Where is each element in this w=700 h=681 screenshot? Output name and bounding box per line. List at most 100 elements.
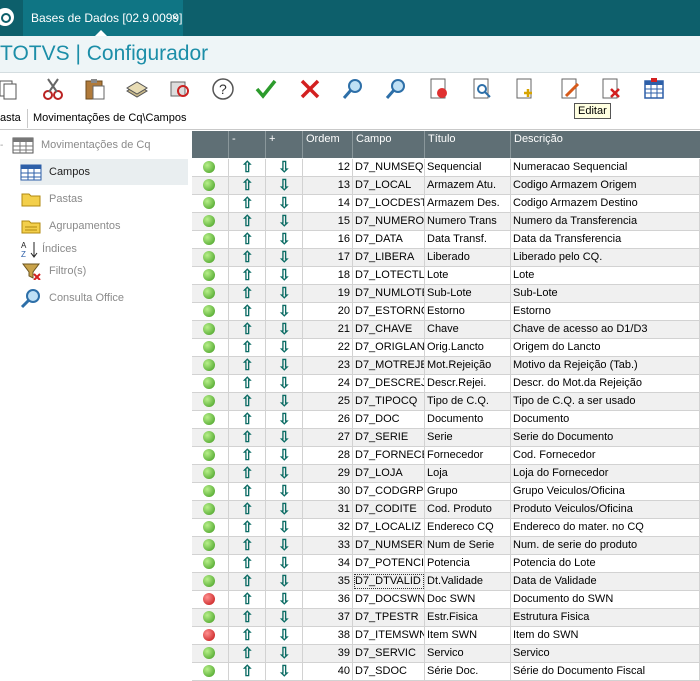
table-row[interactable]: ⇧ ⇩ 40 D7_SDOC Série Doc. Série do Documento … [192, 663, 700, 681]
arrow-up-icon[interactable]: ⇧ [241, 645, 254, 662]
move-down-cell[interactable]: ⇩ [266, 429, 303, 446]
table-row[interactable]: ⇧ ⇩ 23 D7_MOTREJE Mot.Rejeição Motivo da Reje… [192, 357, 700, 375]
table-row[interactable]: ⇧ ⇩ 38 D7_ITEMSWN Item SWN Item do SWN [192, 627, 700, 645]
arrow-up-icon[interactable]: ⇧ [241, 357, 254, 374]
document-back-icon[interactable] [426, 76, 452, 102]
header-status[interactable] [192, 131, 229, 158]
move-down-cell[interactable]: ⇩ [266, 447, 303, 464]
move-down-cell[interactable]: ⇩ [266, 393, 303, 410]
move-down-cell[interactable]: ⇩ [266, 609, 303, 626]
arrow-down-icon[interactable]: ⇩ [278, 519, 291, 536]
campo-cell[interactable]: D7_CODITE [353, 501, 425, 518]
arrow-up-icon[interactable]: ⇧ [241, 411, 254, 428]
move-up-cell[interactable]: ⇧ [229, 249, 266, 266]
table-row[interactable]: ⇧ ⇩ 24 D7_DESCREJ Descr.Rejei. Descr. do Mot.… [192, 375, 700, 393]
tree-item-campos[interactable]: Campos [20, 159, 188, 185]
table-row[interactable]: ⇧ ⇩ 39 D7_SERVIC Servico Servico [192, 645, 700, 663]
move-up-cell[interactable]: ⇧ [229, 303, 266, 320]
arrow-up-icon[interactable]: ⇧ [241, 519, 254, 536]
table-row[interactable]: ⇧ ⇩ 15 D7_NUMERO Numero Trans Numero da Trans… [192, 213, 700, 231]
campo-cell[interactable]: D7_TIPOCQ [353, 393, 425, 410]
move-down-cell[interactable]: ⇩ [266, 177, 303, 194]
database-icon[interactable] [124, 76, 150, 102]
copy-icon[interactable] [0, 76, 20, 102]
move-down-cell[interactable]: ⇩ [266, 159, 303, 176]
campo-cell[interactable]: D7_NUMERO [353, 213, 425, 230]
confirm-icon[interactable] [253, 76, 279, 102]
move-up-cell[interactable]: ⇧ [229, 177, 266, 194]
move-down-cell[interactable]: ⇩ [266, 591, 303, 608]
arrow-down-icon[interactable]: ⇩ [278, 573, 291, 590]
arrow-down-icon[interactable]: ⇩ [278, 177, 291, 194]
campo-cell[interactable]: D7_CODGRP [353, 483, 425, 500]
move-up-cell[interactable]: ⇧ [229, 519, 266, 536]
arrow-down-icon[interactable]: ⇩ [278, 267, 291, 284]
move-up-cell[interactable]: ⇧ [229, 339, 266, 356]
move-up-cell[interactable]: ⇧ [229, 195, 266, 212]
move-down-cell[interactable]: ⇩ [266, 339, 303, 356]
table-row[interactable]: ⇧ ⇩ 35 D7_DTVALID Dt.Validade Data de Validad… [192, 573, 700, 591]
table-row[interactable]: ⇧ ⇩ 33 D7_NUMSERI Num de Serie Num. de serie … [192, 537, 700, 555]
move-up-cell[interactable]: ⇧ [229, 465, 266, 482]
move-down-cell[interactable]: ⇩ [266, 519, 303, 536]
campo-cell[interactable]: D7_LOCDEST [353, 195, 425, 212]
move-down-cell[interactable]: ⇩ [266, 627, 303, 644]
move-up-cell[interactable]: ⇧ [229, 627, 266, 644]
move-up-cell[interactable]: ⇧ [229, 483, 266, 500]
arrow-down-icon[interactable]: ⇩ [278, 501, 291, 518]
arrow-down-icon[interactable]: ⇩ [278, 249, 291, 266]
arrow-down-icon[interactable]: ⇩ [278, 393, 291, 410]
table-row[interactable]: ⇧ ⇩ 17 D7_LIBERA Liberado Liberado pelo CQ. [192, 249, 700, 267]
edit-icon[interactable] [557, 76, 583, 102]
table-row[interactable]: ⇧ ⇩ 34 D7_POTENCI Potencia Potencia do Lote [192, 555, 700, 573]
arrow-up-icon[interactable]: ⇧ [241, 537, 254, 554]
move-down-cell[interactable]: ⇩ [266, 285, 303, 302]
arrow-down-icon[interactable]: ⇩ [278, 645, 291, 662]
arrow-up-icon[interactable]: ⇧ [241, 483, 254, 500]
campo-cell[interactable]: D7_LOTECTL [353, 267, 425, 284]
arrow-down-icon[interactable]: ⇩ [278, 411, 291, 428]
tree-expander-icon[interactable]: - [0, 140, 12, 151]
search-icon[interactable] [340, 76, 366, 102]
campo-cell[interactable]: D7_SDOC [353, 663, 425, 680]
arrow-up-icon[interactable]: ⇧ [241, 339, 254, 356]
arrow-down-icon[interactable]: ⇩ [278, 465, 291, 482]
table-row[interactable]: ⇧ ⇩ 19 D7_NUMLOTE Sub-Lote Sub-Lote [192, 285, 700, 303]
campo-cell[interactable]: D7_DATA [353, 231, 425, 248]
campo-cell[interactable]: D7_DOC [353, 411, 425, 428]
arrow-down-icon[interactable]: ⇩ [278, 537, 291, 554]
move-down-cell[interactable]: ⇩ [266, 357, 303, 374]
move-down-cell[interactable]: ⇩ [266, 501, 303, 518]
arrow-up-icon[interactable]: ⇧ [241, 321, 254, 338]
arrow-down-icon[interactable]: ⇩ [278, 483, 291, 500]
arrow-down-icon[interactable]: ⇩ [278, 447, 291, 464]
campo-cell[interactable]: D7_SERIE [353, 429, 425, 446]
move-up-cell[interactable]: ⇧ [229, 555, 266, 572]
tree-item-filtros[interactable]: Filtro(s) [20, 261, 86, 281]
move-down-cell[interactable]: ⇩ [266, 573, 303, 590]
arrow-up-icon[interactable]: ⇧ [241, 501, 254, 518]
tree-item-consulta-office[interactable]: Consulta Office [20, 286, 124, 310]
campo-cell[interactable]: D7_LIBERA [353, 249, 425, 266]
arrow-up-icon[interactable]: ⇧ [241, 303, 254, 320]
move-up-cell[interactable]: ⇧ [229, 447, 266, 464]
table-row[interactable]: ⇧ ⇩ 36 D7_DOCSWN Doc SWN Documento do SWN [192, 591, 700, 609]
tree-root[interactable]: - Movimentações de Cq [0, 135, 150, 155]
move-down-cell[interactable]: ⇩ [266, 267, 303, 284]
campo-cell[interactable]: D7_SERVIC [353, 645, 425, 662]
arrow-up-icon[interactable]: ⇧ [241, 285, 254, 302]
arrow-up-icon[interactable]: ⇧ [241, 663, 254, 680]
arrow-up-icon[interactable]: ⇧ [241, 609, 254, 626]
header-ordem[interactable]: Ordem [303, 131, 353, 158]
table-row[interactable]: ⇧ ⇩ 26 D7_DOC Documento Documento [192, 411, 700, 429]
move-down-cell[interactable]: ⇩ [266, 663, 303, 680]
move-down-cell[interactable]: ⇩ [266, 555, 303, 572]
move-up-cell[interactable]: ⇧ [229, 501, 266, 518]
arrow-up-icon[interactable]: ⇧ [241, 231, 254, 248]
help-icon[interactable]: ? [210, 76, 236, 102]
header-plus[interactable]: + [266, 131, 303, 158]
table-row[interactable]: ⇧ ⇩ 18 D7_LOTECTL Lote Lote [192, 267, 700, 285]
move-up-cell[interactable]: ⇧ [229, 591, 266, 608]
move-up-cell[interactable]: ⇧ [229, 357, 266, 374]
table-row[interactable]: ⇧ ⇩ 30 D7_CODGRP Grupo Grupo Veiculos/Oficina [192, 483, 700, 501]
